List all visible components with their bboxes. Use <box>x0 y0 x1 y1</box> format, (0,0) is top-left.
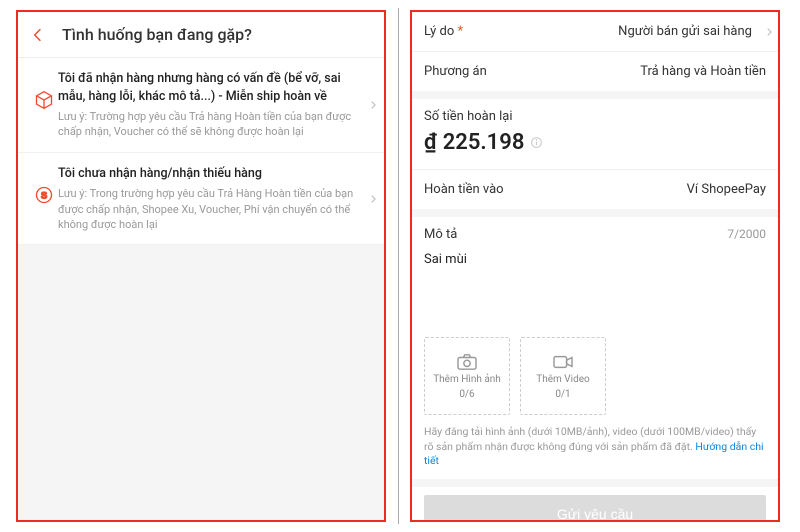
list-item-title: Tôi chưa nhận hàng/nhận thiếu hàng <box>58 165 358 183</box>
upload-hint: Hãy đăng tải hình ảnh (dưới 10MB/ảnh), v… <box>412 425 778 479</box>
reason-label: Lý do * <box>424 24 463 39</box>
chevron-right-icon <box>764 27 774 37</box>
info-icon[interactable] <box>530 136 543 149</box>
package-icon <box>30 90 58 110</box>
refund-amount-value: ₫225.198 <box>424 130 766 155</box>
required-asterisk: * <box>454 24 463 39</box>
refund-amount-block: Số tiền hoàn lại ₫225.198 <box>412 99 778 169</box>
vertical-divider <box>398 8 399 524</box>
list-item-title: Tôi đã nhận hàng nhưng hàng có vấn đề (b… <box>58 70 358 105</box>
situation-item-not-received[interactable]: S Tôi chưa nhận hàng/nhận thiếu hàng Lưu… <box>18 153 384 246</box>
submit-button[interactable]: Gửi yêu cầu <box>424 495 766 522</box>
method-value: Trả hàng và Hoàn tiền <box>640 64 766 79</box>
reason-label-text: Lý do <box>424 24 454 39</box>
list-item-body: Tôi chưa nhận hàng/nhận thiếu hàng Lưu ý… <box>58 165 374 233</box>
description-label: Mô tả <box>424 227 457 242</box>
add-video-count: 0/1 <box>555 389 570 400</box>
description-header: Mô tả 7/2000 <box>424 227 766 242</box>
situation-list: Tôi đã nhận hàng nhưng hàng có vấn đề (b… <box>18 58 384 245</box>
reason-value: Người bán gửi sai hàng <box>618 24 766 39</box>
situation-item-received-problem[interactable]: Tôi đã nhận hàng nhưng hàng có vấn đề (b… <box>18 58 384 153</box>
panel-left-situation: Tình huống bạn đang gặp? Tôi đã nhận hàn… <box>16 10 386 522</box>
chevron-right-icon <box>368 100 378 110</box>
section-description: Mô tả 7/2000 Sai mùi Thêm Hình ảnh 0/6 <box>412 217 778 479</box>
refund-to-label: Hoàn tiền vào <box>424 182 504 197</box>
row-method: Phương án Trả hàng và Hoàn tiền <box>412 52 778 91</box>
add-video-button[interactable]: Thêm Video 0/1 <box>520 337 606 415</box>
submit-area: Gửi yêu cầu <box>412 487 778 522</box>
description-text: Sai mùi <box>424 252 766 267</box>
row-reason[interactable]: Lý do * Người bán gửi sai hàng <box>412 12 778 52</box>
list-item-note: Lưu ý: Trong trường hợp yêu cầu Trả Hàng… <box>58 186 358 232</box>
refund-to-value: Ví ShopeePay <box>687 182 766 197</box>
back-icon[interactable] <box>30 27 54 43</box>
chevron-right-icon <box>368 194 378 204</box>
row-refund-to: Hoàn tiền vào Ví ShopeePay <box>412 169 778 209</box>
list-item-body: Tôi đã nhận hàng nhưng hàng có vấn đề (b… <box>58 70 374 140</box>
refund-amount-number: 225.198 <box>443 130 525 155</box>
add-photo-label: Thêm Hình ảnh <box>433 374 501 386</box>
header: Tình huống bạn đang gặp? <box>18 12 384 58</box>
svg-text:S: S <box>41 190 47 200</box>
money-icon: S <box>30 185 58 205</box>
add-video-label: Thêm Video <box>536 374 589 386</box>
description-char-count: 7/2000 <box>727 227 766 242</box>
add-photo-count: 0/6 <box>459 389 474 400</box>
section-refund-amount: Số tiền hoàn lại ₫225.198 Hoàn tiền vào … <box>412 99 778 209</box>
video-icon <box>552 353 574 371</box>
page-title: Tình huống bạn đang gặp? <box>54 25 372 44</box>
currency-symbol: ₫ <box>424 130 437 155</box>
description-block[interactable]: Mô tả 7/2000 Sai mùi <box>412 217 778 337</box>
list-item-note: Lưu ý: Trường hợp yêu cầu Trả hàng Hoàn … <box>58 109 358 140</box>
add-photo-button[interactable]: Thêm Hình ảnh 0/6 <box>424 337 510 415</box>
method-label: Phương án <box>424 64 487 79</box>
panel-right-refund-form: Lý do * Người bán gửi sai hàng Phương án… <box>410 10 780 522</box>
camera-icon <box>456 353 478 371</box>
refund-amount-label: Số tiền hoàn lại <box>424 109 766 124</box>
section-top: Lý do * Người bán gửi sai hàng Phương án… <box>412 12 778 91</box>
upload-row: Thêm Hình ảnh 0/6 Thêm Video 0/1 <box>412 337 778 425</box>
